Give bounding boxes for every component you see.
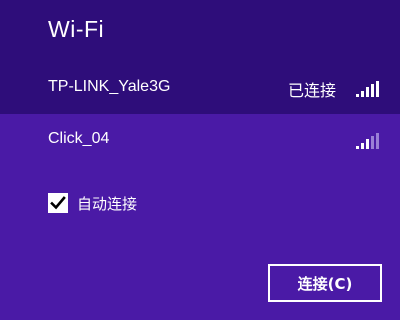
checkmark-icon: [50, 196, 66, 210]
network-name: TP-LINK_Yale3G: [48, 78, 171, 95]
network-item-click-04[interactable]: Click_04: [0, 122, 400, 162]
signal-bar: [356, 146, 359, 149]
auto-connect-label: 自动连接: [77, 194, 138, 213]
signal-bar: [376, 81, 379, 97]
auto-connect-option[interactable]: 自动连接: [48, 190, 137, 216]
connect-button[interactable]: 连接(C): [268, 264, 382, 302]
wifi-signal-icon: [356, 81, 379, 97]
network-name: Click_04: [48, 130, 110, 147]
wifi-flyout: Wi-Fi TP-LINK_Yale3G 已连接 Click_04 自动连接 连…: [0, 0, 400, 320]
network-status: 已连接: [287, 81, 336, 100]
signal-bar: [371, 136, 374, 149]
signal-bar: [366, 87, 369, 97]
signal-bar: [361, 143, 364, 149]
signal-bar: [356, 94, 359, 97]
signal-bar: [366, 139, 369, 149]
wifi-signal-icon: [356, 133, 379, 149]
auto-connect-checkbox[interactable]: [48, 193, 68, 213]
signal-bar: [371, 84, 374, 97]
flyout-title: Wi-Fi: [48, 16, 105, 42]
network-item-tp-link-yale3g[interactable]: TP-LINK_Yale3G 已连接: [0, 70, 400, 110]
signal-bar: [361, 91, 364, 97]
signal-bar: [376, 133, 379, 149]
